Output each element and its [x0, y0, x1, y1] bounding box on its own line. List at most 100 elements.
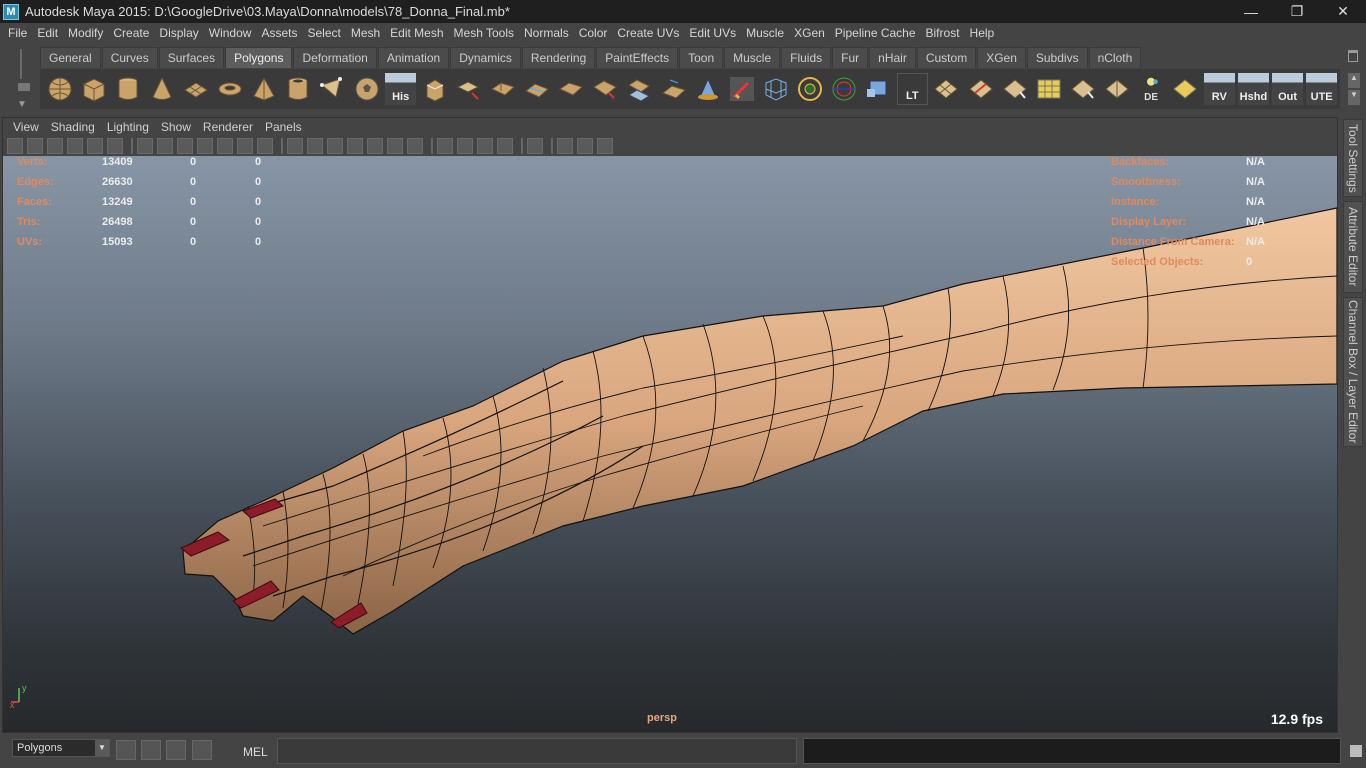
motion-blur-icon[interactable]: [457, 138, 473, 154]
uv-sew-icon[interactable]: [1101, 73, 1132, 105]
uv-unfold-icon[interactable]: [1067, 73, 1098, 105]
slide-edge-icon[interactable]: [658, 73, 689, 105]
menu-display[interactable]: Display: [154, 23, 203, 43]
extrude-icon[interactable]: [419, 73, 450, 105]
panel-menu-lighting[interactable]: Lighting: [101, 120, 155, 134]
menu-bifrost[interactable]: Bifrost: [921, 23, 965, 43]
menu-assets[interactable]: Assets: [256, 23, 302, 43]
script-language-toggle[interactable]: MEL: [243, 745, 268, 759]
chevron-down-icon[interactable]: ▼: [95, 740, 109, 756]
safe-title-icon[interactable]: [257, 138, 273, 154]
menu-modify[interactable]: Modify: [63, 23, 108, 43]
menu-select[interactable]: Select: [302, 23, 345, 43]
paint-vertex-color-icon[interactable]: [726, 73, 757, 105]
panel-menu-panels[interactable]: Panels: [259, 120, 308, 134]
shelf-scroll[interactable]: ▲ ▼: [1348, 73, 1360, 105]
shelf-tab-ncloth[interactable]: nCloth: [1088, 47, 1142, 68]
maximize-button[interactable]: ❐: [1274, 0, 1320, 23]
uv-layout-icon[interactable]: [931, 73, 962, 105]
target-weld-icon[interactable]: [794, 73, 825, 105]
isolate-select-icon[interactable]: [527, 138, 543, 154]
menu-create-uvs[interactable]: Create UVs: [612, 23, 684, 43]
mirror-geometry-icon[interactable]: [863, 73, 894, 105]
hshd-button[interactable]: Hshd: [1237, 73, 1269, 105]
script-editor-icon[interactable]: [192, 740, 212, 760]
transform-component-icon[interactable]: [829, 73, 860, 105]
script-editor-open-icon[interactable]: [1350, 745, 1362, 757]
hud-toggle-icon[interactable]: [557, 138, 573, 154]
poly-sphere-icon[interactable]: [44, 73, 75, 105]
shelf-scroll-down-icon[interactable]: ▼: [1348, 90, 1360, 105]
uv-cut-icon[interactable]: [965, 73, 996, 105]
offset-edge-loop-icon[interactable]: [590, 73, 621, 105]
textured-icon[interactable]: [367, 138, 383, 154]
2d-pan-zoom-icon[interactable]: [107, 138, 123, 154]
shelf-tab-nhair[interactable]: nHair: [869, 47, 916, 68]
uv-select-icon[interactable]: [999, 73, 1030, 105]
minimize-button[interactable]: —: [1228, 0, 1274, 23]
menu-create[interactable]: Create: [108, 23, 154, 43]
menu-edit-uvs[interactable]: Edit UVs: [684, 23, 741, 43]
menu-edit-mesh[interactable]: Edit Mesh: [385, 23, 448, 43]
tab-tool-settings[interactable]: Tool Settings: [1343, 119, 1363, 197]
shelf-tab-polygons[interactable]: Polygons: [225, 47, 293, 68]
bookmarks-icon[interactable]: [47, 138, 63, 154]
shelf-tab-custom[interactable]: Custom: [916, 47, 977, 68]
grease-pencil-icon[interactable]: [87, 138, 103, 154]
menu-normals[interactable]: Normals: [519, 23, 574, 43]
list-icon[interactable]: [166, 740, 186, 760]
command-input[interactable]: [277, 738, 797, 764]
panel-menu-view[interactable]: View: [7, 120, 45, 134]
split-polygon-icon[interactable]: [522, 73, 553, 105]
poly-cone-icon[interactable]: [146, 73, 177, 105]
poly-pipe-icon[interactable]: [283, 73, 314, 105]
resolution-gate-icon[interactable]: [177, 138, 193, 154]
poly-plane-icon[interactable]: [180, 73, 211, 105]
uv-planar-map-icon[interactable]: [1033, 73, 1064, 105]
tab-attribute-editor[interactable]: Attribute Editor: [1343, 201, 1363, 293]
use-all-lights-icon[interactable]: [387, 138, 403, 154]
shelf-trash-icon[interactable]: [1348, 50, 1358, 62]
bridge-icon[interactable]: [453, 73, 484, 105]
texel-density-icon[interactable]: [1170, 73, 1201, 105]
shelf-tab-toon[interactable]: Toon: [679, 47, 724, 68]
toggle-icon[interactable]: [116, 740, 136, 760]
shelf-tab-dynamics[interactable]: Dynamics: [450, 47, 521, 68]
his-button[interactable]: His: [385, 73, 417, 105]
tab-channel-box[interactable]: Channel Box / Layer Editor: [1343, 297, 1363, 447]
menu-file[interactable]: File: [3, 23, 32, 43]
safe-action-icon[interactable]: [237, 138, 253, 154]
menu-edit[interactable]: Edit: [32, 23, 63, 43]
camera-frame-icon[interactable]: [577, 138, 593, 154]
shelf-tab-fur[interactable]: Fur: [832, 47, 869, 68]
append-polygon-icon[interactable]: [487, 73, 518, 105]
shelf-tab-fluids[interactable]: Fluids: [781, 47, 832, 68]
3d-viewport[interactable]: Verts: 13409 0 0 Edges: 26630 0 0 Faces:…: [3, 156, 1337, 732]
smooth-shade-icon[interactable]: [307, 138, 323, 154]
menu-help[interactable]: Help: [965, 23, 1000, 43]
menu-color[interactable]: Color: [574, 23, 613, 43]
share-icon[interactable]: [597, 138, 613, 154]
menu-set-select[interactable]: Polygons ▼: [12, 739, 110, 757]
create-polygon-tool-icon[interactable]: [317, 73, 348, 105]
wireframe-icon[interactable]: [287, 138, 303, 154]
shelf-tab-xgen[interactable]: XGen: [977, 47, 1026, 68]
wireframe-cube-icon[interactable]: [760, 73, 791, 105]
add-divisions-icon[interactable]: [624, 73, 655, 105]
light-de-button[interactable]: DE: [1136, 73, 1167, 105]
wireframe-on-shaded-icon[interactable]: [327, 138, 343, 154]
menu-mesh-tools[interactable]: Mesh Tools: [449, 23, 519, 43]
shelf-tab-muscle[interactable]: Muscle: [724, 47, 781, 68]
poly-pyramid-icon[interactable]: [249, 73, 280, 105]
crease-tool-icon[interactable]: [692, 73, 723, 105]
shadows-icon[interactable]: [407, 138, 423, 154]
shelf-tab-deformation[interactable]: Deformation: [293, 47, 377, 68]
film-gate-icon[interactable]: [157, 138, 173, 154]
shelf-handle[interactable]: ▼: [8, 47, 36, 111]
panel-menu-renderer[interactable]: Renderer: [197, 120, 259, 134]
soccer-ball-icon[interactable]: [351, 73, 382, 105]
close-button[interactable]: ✕: [1320, 0, 1366, 23]
insert-edge-loop-icon[interactable]: [556, 73, 587, 105]
poly-torus-icon[interactable]: [215, 73, 246, 105]
out-button[interactable]: Out: [1271, 73, 1304, 105]
